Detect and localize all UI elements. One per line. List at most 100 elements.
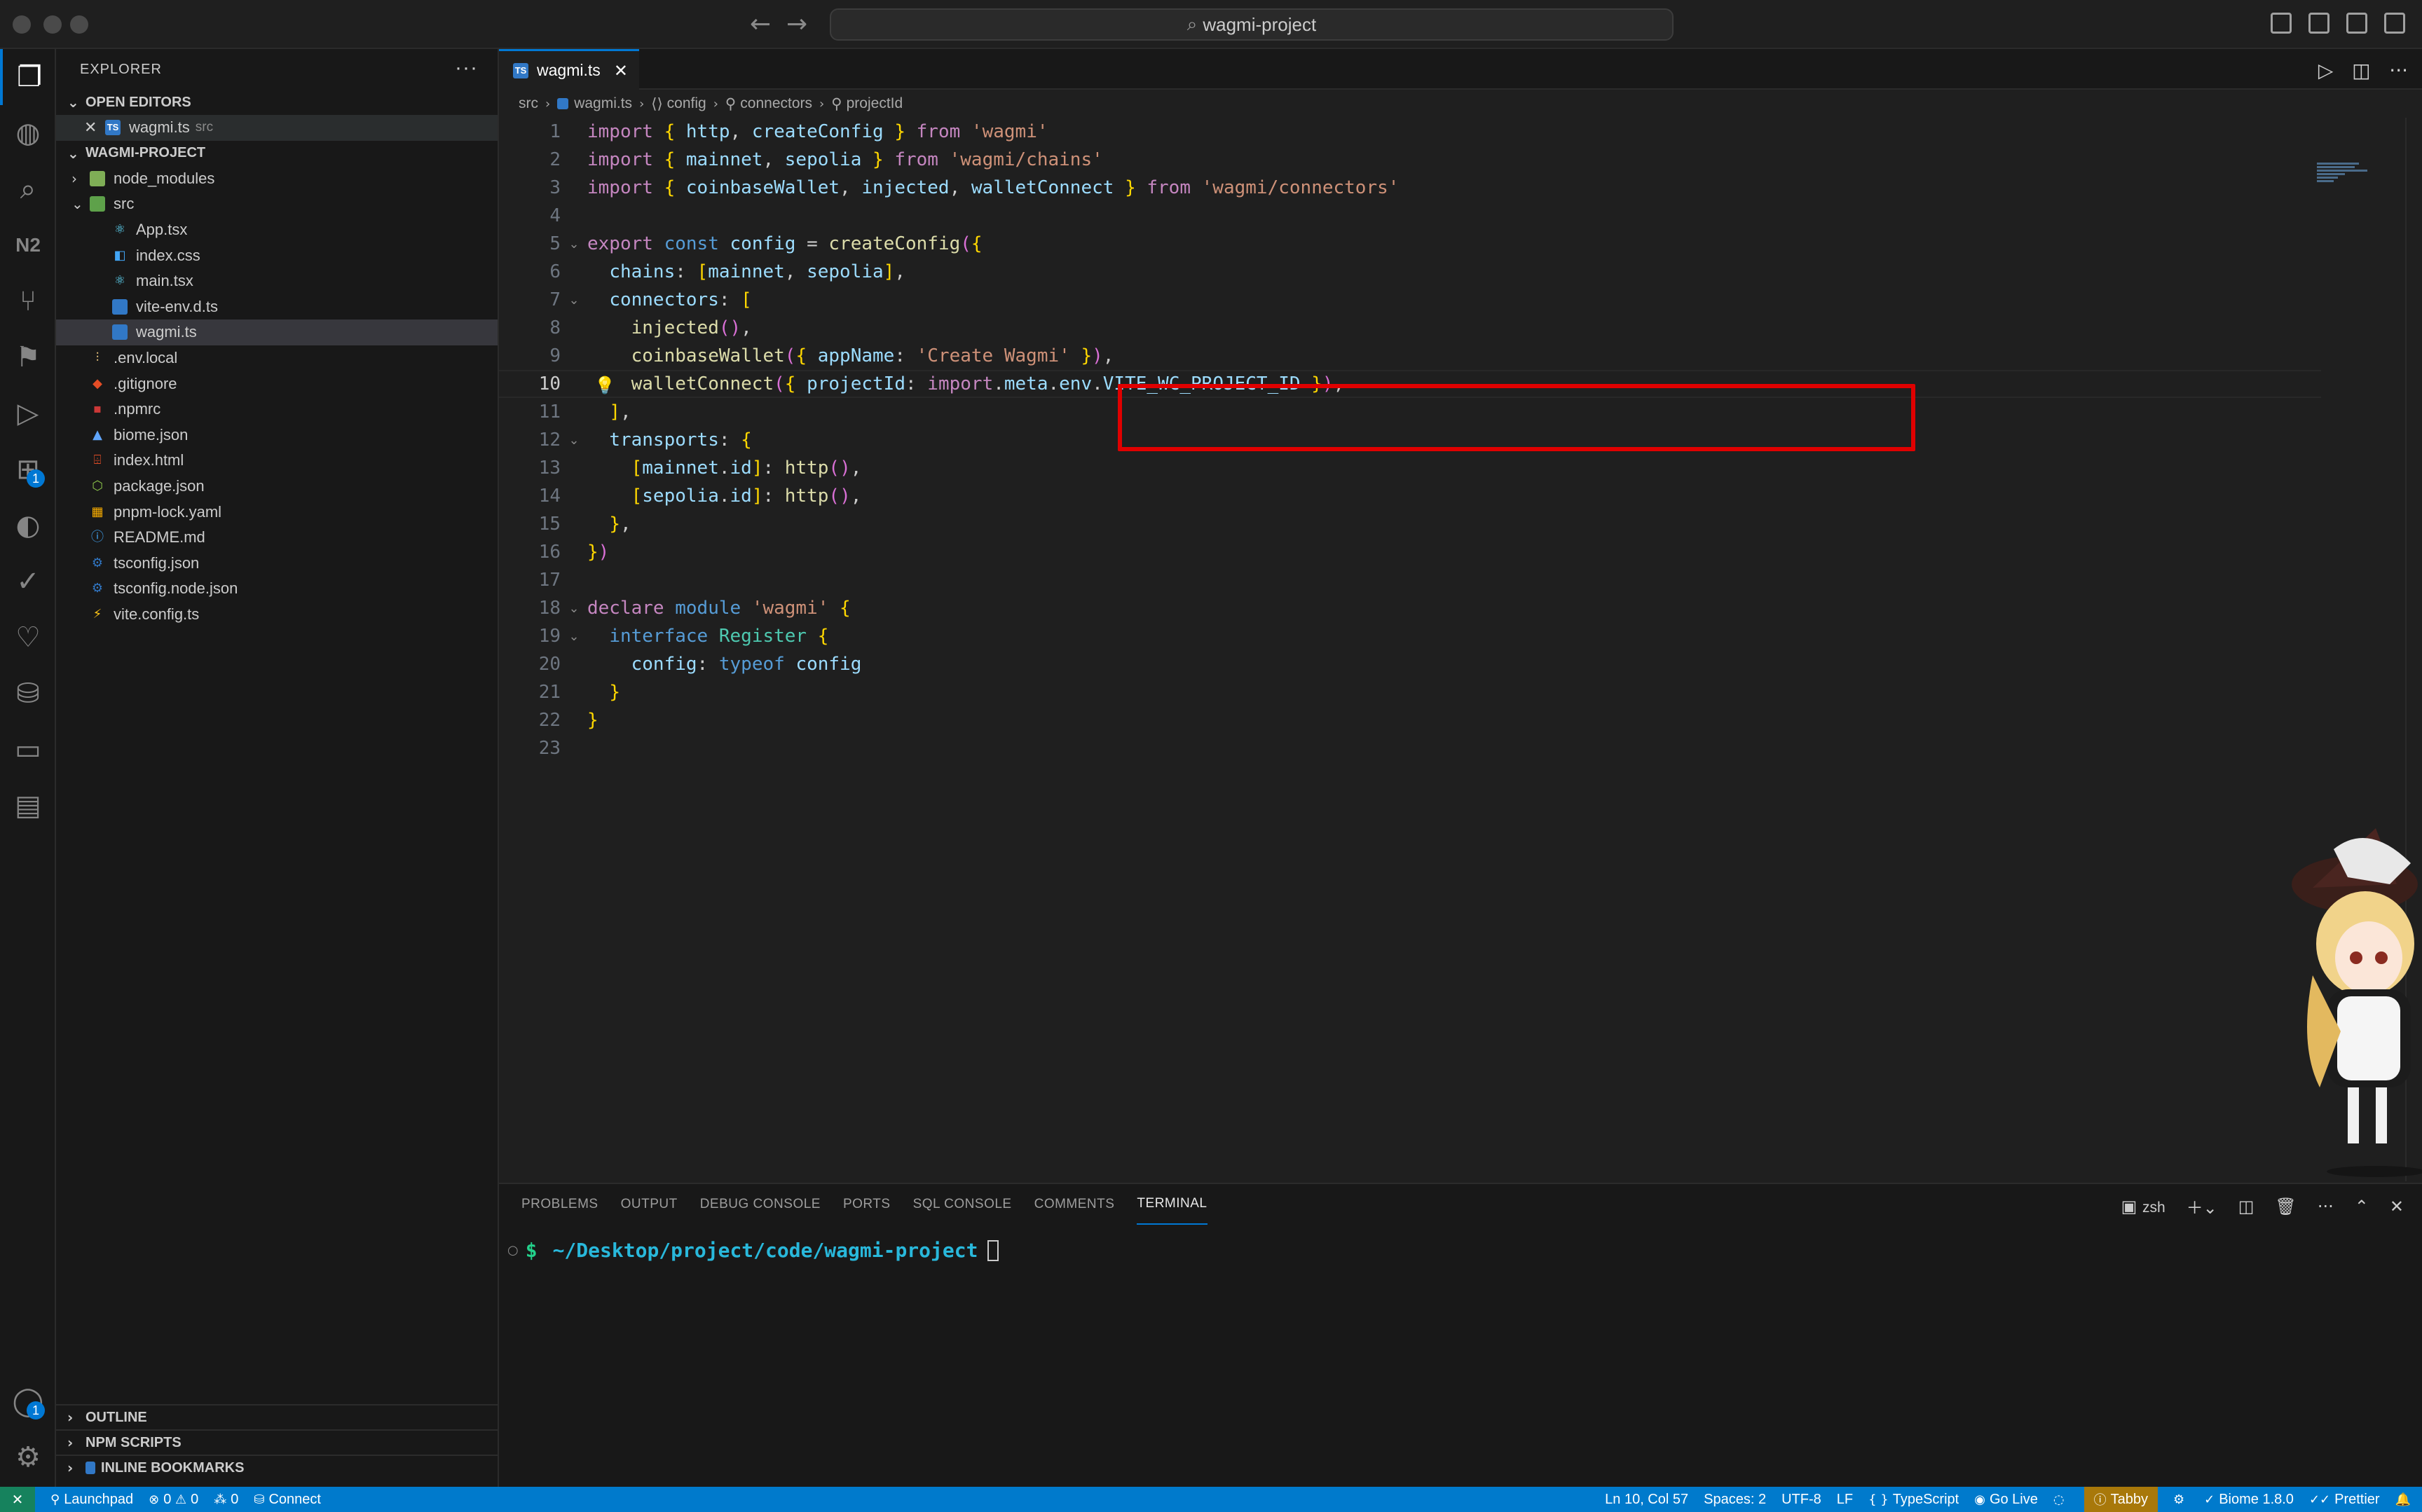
- tabby-item[interactable]: ⓘ Tabby: [2084, 1487, 2158, 1512]
- fold-chevron-icon[interactable]: ⌄: [561, 629, 587, 644]
- code-line[interactable]: 21 }: [499, 678, 2321, 706]
- testing-icon[interactable]: ✓: [0, 554, 56, 610]
- breadcrumb-item[interactable]: config: [667, 95, 706, 112]
- accounts-icon[interactable]: ◯ 1: [0, 1373, 56, 1429]
- minimize-window-button[interactable]: [43, 15, 62, 34]
- code-line[interactable]: 2 import { mainnet, sepolia } from 'wagmi…: [499, 146, 2321, 174]
- tree-item[interactable]: ⌄ ▮ src: [56, 191, 498, 217]
- code-line[interactable]: 3 import { coinbaseWallet, injected, wall…: [499, 174, 2321, 202]
- notifications-icon[interactable]: 🔔: [2395, 1492, 2415, 1507]
- more-actions-icon[interactable]: ···: [2318, 1197, 2334, 1216]
- fold-chevron-icon[interactable]: ⌄: [561, 601, 587, 616]
- toggle-secondary-sidebar-icon[interactable]: [2346, 13, 2367, 34]
- tree-item[interactable]: ⓘ README.md: [56, 525, 498, 551]
- code-line[interactable]: 9 coinbaseWallet({ appName: 'Create Wagm…: [499, 342, 2321, 370]
- open-editor-item[interactable]: ✕ TS wagmi.ts src: [56, 115, 498, 141]
- connect-item[interactable]: ⛁ Connect: [254, 1492, 321, 1508]
- panel-tab-ports[interactable]: PORTS: [843, 1184, 891, 1225]
- outline-section[interactable]: › OUTLINE: [56, 1404, 499, 1429]
- go-live-item[interactable]: ◉ Go Live: [1974, 1492, 2038, 1508]
- forward-arrow-icon[interactable]: →: [786, 10, 807, 39]
- code-line[interactable]: 5 ⌄ export const config = createConfig({: [499, 230, 2321, 258]
- code-line[interactable]: 13 [mainnet.id]: http(),: [499, 454, 2321, 482]
- tree-item[interactable]: ⬡ package.json: [56, 474, 498, 500]
- close-window-button[interactable]: [13, 15, 31, 34]
- toggle-primary-sidebar-icon[interactable]: [2271, 13, 2292, 34]
- tree-item[interactable]: vite-env.d.ts: [56, 294, 498, 320]
- code-line[interactable]: 4: [499, 202, 2321, 230]
- code-line[interactable]: 20 config: typeof config: [499, 650, 2321, 678]
- heart-icon[interactable]: ♡: [0, 610, 56, 666]
- close-panel-icon[interactable]: ✕: [2390, 1197, 2404, 1216]
- more-actions-icon[interactable]: ···: [455, 56, 478, 80]
- git-graph-icon[interactable]: ◐: [0, 497, 56, 554]
- bookmark-icon[interactable]: ⚑: [0, 329, 56, 385]
- code-line[interactable]: 15 },: [499, 510, 2321, 538]
- tree-item[interactable]: ⫶ .env.local: [56, 345, 498, 371]
- tree-item[interactable]: ▦ pnpm-lock.yaml: [56, 499, 498, 525]
- tree-item[interactable]: ⚡ vite.config.ts: [56, 602, 498, 628]
- toggle-panel-icon[interactable]: [2308, 13, 2329, 34]
- command-center-search[interactable]: ⌕ wagmi-project: [830, 8, 1674, 41]
- fold-chevron-icon[interactable]: ⌄: [561, 237, 587, 252]
- panel-tab-problems[interactable]: PROBLEMS: [521, 1184, 598, 1225]
- biome-item[interactable]: ✓ Biome 1.8.0: [2204, 1492, 2294, 1508]
- close-icon[interactable]: ✕: [84, 119, 105, 137]
- terminal-prompt-line[interactable]: ○ $ ~/Desktop/project/code/wagmi-project: [507, 1239, 999, 1262]
- tree-item[interactable]: ⚛ main.tsx: [56, 268, 498, 294]
- inline-bookmarks-section[interactable]: › INLINE BOOKMARKS: [56, 1455, 499, 1480]
- lightbulb-icon[interactable]: 💡: [594, 376, 615, 395]
- tree-item[interactable]: ◆ .gitignore: [56, 371, 498, 397]
- panel-tab-output[interactable]: OUTPUT: [621, 1184, 678, 1225]
- customize-layout-icon[interactable]: [2384, 13, 2405, 34]
- launchpad-item[interactable]: ⚲ Launchpad: [50, 1492, 133, 1508]
- tree-item[interactable]: ⚙ tsconfig.node.json: [56, 576, 498, 602]
- remote-indicator-icon[interactable]: ✕: [0, 1487, 35, 1512]
- tree-item[interactable]: ▪ .npmrc: [56, 397, 498, 422]
- npm-scripts-section[interactable]: › NPM SCRIPTS: [56, 1429, 499, 1455]
- more-actions-icon[interactable]: ···: [2389, 59, 2408, 82]
- code-line[interactable]: 19 ⌄ interface Register {: [499, 622, 2321, 650]
- maximize-panel-icon[interactable]: ⌃: [2355, 1197, 2369, 1216]
- new-terminal-icon[interactable]: ＋⌄: [2187, 1194, 2217, 1218]
- panel-tab-sql-console[interactable]: SQL CONSOLE: [913, 1184, 1012, 1225]
- copilot-icon[interactable]: ◍: [0, 105, 56, 161]
- explorer-icon[interactable]: ❐: [0, 49, 56, 105]
- indentation[interactable]: Spaces: 2: [1704, 1492, 1766, 1508]
- code-line[interactable]: 6 chains: [mainnet, sepolia],: [499, 258, 2321, 286]
- panel-tab-debug-console[interactable]: DEBUG CONSOLE: [700, 1184, 821, 1225]
- search-icon[interactable]: ⌕: [0, 161, 56, 217]
- zoom-window-button[interactable]: [70, 15, 88, 34]
- encoding[interactable]: UTF-8: [1781, 1492, 1821, 1508]
- back-arrow-icon[interactable]: ←: [750, 10, 771, 39]
- tree-item[interactable]: ⚛ App.tsx: [56, 217, 498, 243]
- breadcrumb-item[interactable]: projectId: [847, 95, 903, 112]
- code-line[interactable]: 23: [499, 734, 2321, 762]
- split-terminal-icon[interactable]: ◫: [2238, 1197, 2255, 1216]
- settings-gear-icon[interactable]: ⚙: [0, 1429, 56, 1485]
- code-line[interactable]: 8 injected(),: [499, 314, 2321, 342]
- extensions-icon[interactable]: ⊞ 1: [0, 441, 56, 497]
- sync-icon[interactable]: ◌: [2053, 1492, 2069, 1507]
- tree-item[interactable]: ⌹ index.html: [56, 448, 498, 474]
- run-icon[interactable]: ▷: [2318, 59, 2334, 82]
- run-debug-icon[interactable]: ▷: [0, 385, 56, 441]
- fold-chevron-icon[interactable]: ⌄: [561, 293, 587, 308]
- database-icon[interactable]: ⛁: [0, 666, 56, 722]
- folder-icon[interactable]: ▤: [0, 778, 56, 834]
- minimap[interactable]: [2317, 163, 2373, 196]
- tree-item[interactable]: ◧ index.css: [56, 242, 498, 268]
- code-line[interactable]: 17: [499, 566, 2321, 594]
- cursor-position[interactable]: Ln 10, Col 57: [1605, 1492, 1688, 1508]
- split-editor-icon[interactable]: ◫: [2352, 59, 2370, 82]
- open-editors-section[interactable]: ⌄ OPEN EDITORS: [56, 90, 498, 115]
- problems-item[interactable]: ⊗ 0 ⚠ 0: [149, 1492, 198, 1508]
- tree-item[interactable]: ▲ biome.json: [56, 422, 498, 448]
- tab-wagmi-ts[interactable]: TS wagmi.ts ✕: [499, 49, 639, 90]
- tree-item[interactable]: wagmi.ts: [56, 319, 498, 345]
- kill-terminal-icon[interactable]: 🗑: [2275, 1197, 2296, 1216]
- remote-explorer-icon[interactable]: ▭: [0, 722, 56, 778]
- source-control-icon[interactable]: ⑂: [0, 273, 56, 329]
- breadcrumb-item[interactable]: connectors: [740, 95, 812, 112]
- tree-item[interactable]: › ▮ node_modules: [56, 166, 498, 192]
